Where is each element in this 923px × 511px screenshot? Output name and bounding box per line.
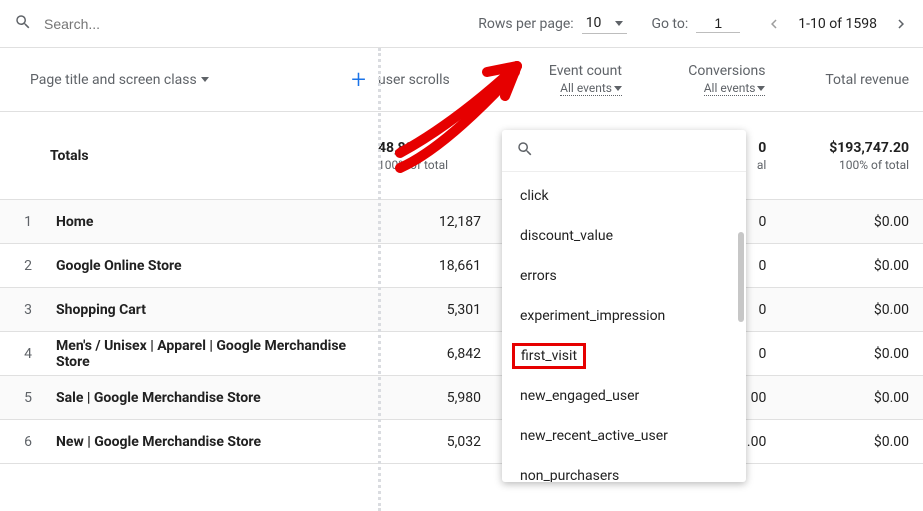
totals-label: Totals (50, 148, 372, 164)
row-name: Google Online Store (56, 258, 378, 274)
goto-input[interactable] (696, 14, 740, 33)
cell-scrolls: 18,661 (378, 258, 495, 274)
dropdown-item[interactable]: non_purchasers (502, 456, 746, 482)
cell-revenue: $0.00 (780, 258, 923, 274)
cell-scrolls: 5,032 (378, 434, 495, 450)
row-index: 3 (0, 302, 56, 318)
scrollbar-thumb[interactable] (738, 232, 744, 322)
chevron-down-icon (757, 86, 765, 91)
table-row[interactable]: 3Shopping Cart5,3010$0.00 (0, 288, 923, 332)
row-name: Sale | Google Merchandise Store (56, 390, 378, 406)
cell-scrolls: 12,187 (378, 214, 495, 230)
row-index: 6 (0, 434, 56, 450)
search-icon (516, 140, 534, 162)
dimension-label: Page title and screen class (30, 72, 197, 88)
dropdown-item[interactable]: errors (502, 256, 746, 296)
row-name: New | Google Merchandise Store (56, 434, 378, 450)
dropdown-item[interactable]: first_visit (502, 336, 746, 376)
metric-header-scrolls[interactable]: user scrolls (378, 48, 492, 111)
search-input[interactable] (42, 15, 282, 33)
metric-label: Event count (549, 63, 622, 79)
row-name: Home (56, 214, 378, 230)
cell-scrolls: 48,88100% of total (372, 140, 495, 172)
cell-revenue: $0.00 (780, 434, 923, 450)
add-dimension-button[interactable]: + (351, 67, 366, 93)
cell-scrolls: 5,301 (378, 302, 495, 318)
dimension-header[interactable]: Page title and screen class + (0, 48, 378, 111)
dropdown-item[interactable]: click (502, 176, 746, 216)
dropdown-item[interactable]: experiment_impression (502, 296, 746, 336)
data-rows: Totals 48,88100% of total 0al $193,747.2… (0, 112, 923, 464)
cell-revenue: $0.00 (780, 302, 923, 318)
toolbar: Rows per page: 10 Go to: 1-10 of 1598 (0, 0, 923, 48)
table-row[interactable]: 5Sale | Google Merchandise Store5,98000$… (0, 376, 923, 420)
rows-per-page-label: Rows per page: (478, 16, 573, 32)
dropdown-item[interactable]: discount_value (502, 216, 746, 256)
cell-revenue: $0.00 (780, 390, 923, 406)
search-icon (14, 13, 32, 35)
metric-label: Total revenue (825, 72, 909, 88)
dropdown-item[interactable]: new_recent_active_user (502, 416, 746, 456)
cell-revenue: $193,747.20100% of total (780, 140, 923, 172)
dropdown-item[interactable]: new_engaged_user (502, 376, 746, 416)
rows-per-page-select[interactable]: 10 (582, 13, 628, 34)
chevron-down-icon (615, 21, 623, 26)
metric-label: Conversions (688, 63, 765, 79)
totals-row: Totals 48,88100% of total 0al $193,747.2… (0, 112, 923, 200)
cell-scrolls: 6,842 (378, 346, 495, 362)
metric-label: user scrolls (378, 72, 450, 88)
row-index: 1 (0, 214, 56, 230)
metric-filter[interactable]: All events (704, 81, 766, 96)
next-page-button[interactable] (891, 14, 911, 34)
chevron-down-icon (201, 77, 209, 82)
row-name: Men's / Unisex | Apparel | Google Mercha… (56, 338, 378, 370)
cell-scrolls: 5,980 (378, 390, 495, 406)
table-row[interactable]: 4Men's / Unisex | Apparel | Google Merch… (0, 332, 923, 376)
table-row[interactable]: 2Google Online Store18,6610$0.00 (0, 244, 923, 288)
row-index: 4 (0, 346, 56, 362)
metric-header-revenue[interactable]: Total revenue (779, 48, 923, 111)
rows-per-page-value: 10 (586, 15, 602, 31)
chevron-down-icon (614, 86, 622, 91)
prev-page-button[interactable] (764, 14, 784, 34)
cell-revenue: $0.00 (780, 214, 923, 230)
search-wrap (8, 13, 478, 35)
metric-header-conversions[interactable]: Conversions All events (636, 48, 780, 111)
event-filter-dropdown: clickdiscount_valueerrorsexperiment_impr… (502, 130, 746, 482)
row-name: Shopping Cart (56, 302, 378, 318)
row-index: 5 (0, 390, 56, 406)
table-row[interactable]: 1Home12,1870$0.00 (0, 200, 923, 244)
pagination-range: 1-10 of 1598 (798, 16, 877, 32)
metric-filter[interactable]: All events (560, 81, 622, 96)
row-index: 2 (0, 258, 56, 274)
dropdown-list: clickdiscount_valueerrorsexperiment_impr… (502, 172, 746, 482)
cell-revenue: $0.00 (780, 346, 923, 362)
metric-header-event-count[interactable]: Event count All events (492, 48, 636, 111)
dropdown-search[interactable] (502, 130, 746, 172)
column-headers: Page title and screen class + user scrol… (0, 48, 923, 112)
table-row[interactable]: 6New | Google Merchandise Store5,03294,0… (0, 420, 923, 464)
toolbar-right: Rows per page: 10 Go to: 1-10 of 1598 (478, 13, 915, 34)
goto-label: Go to: (651, 16, 688, 32)
